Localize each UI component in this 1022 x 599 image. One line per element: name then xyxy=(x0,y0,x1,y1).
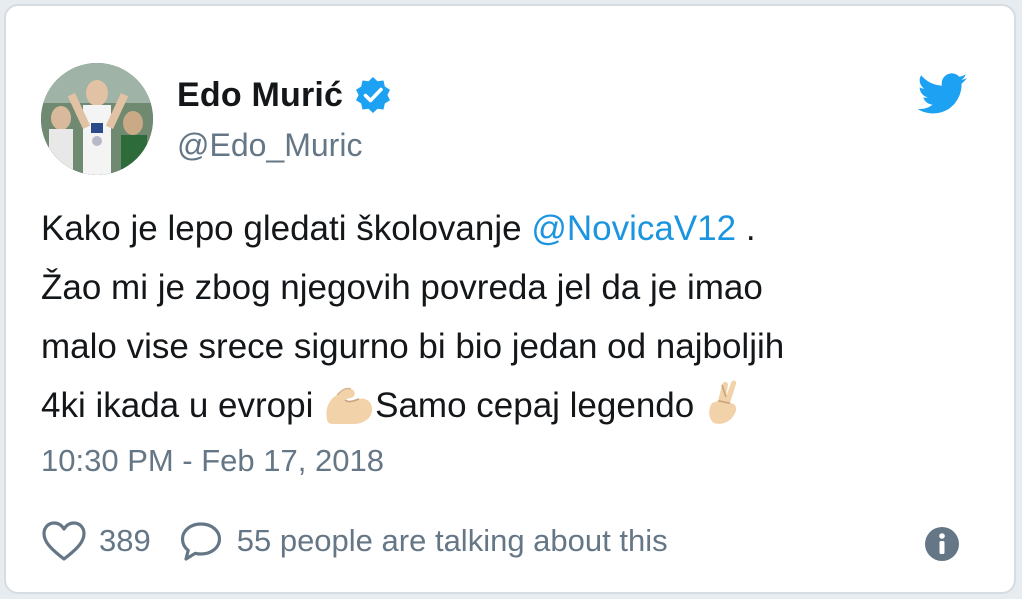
speech-bubble-icon[interactable] xyxy=(179,520,223,562)
tweet-text-line-2: Žao mi je zbog njegovih povreda jel da j… xyxy=(41,268,763,307)
author-name[interactable]: Edo Murić xyxy=(177,76,343,115)
mention-link[interactable]: @NovicaV12 xyxy=(531,209,736,248)
talking-count[interactable]: 55 people are talking about this xyxy=(237,523,668,559)
twitter-bird-icon[interactable] xyxy=(918,73,968,115)
like-count[interactable]: 389 xyxy=(99,523,151,559)
tweet-text: Kako je lepo gledati školovanje @NovicaV… xyxy=(41,199,981,435)
tweet-text-segment: . xyxy=(736,209,756,248)
author-handle[interactable]: @Edo_Muric xyxy=(177,127,362,164)
tweet-actions: 389 55 people are talking about this xyxy=(41,516,668,566)
tweet-timestamp[interactable]: 10:30 PM - Feb 17, 2018 xyxy=(41,443,384,479)
tweet-text-line-1: Kako je lepo gledati školovanje @NovicaV… xyxy=(41,199,981,258)
tweet-text-segment: Kako je lepo gledati školovanje xyxy=(41,209,532,248)
tweet-text-line-4: 4ki ikada u evropi Samo cepaj legendo xyxy=(41,376,981,435)
author-row: Edo Murić xyxy=(177,70,393,120)
verified-badge-icon xyxy=(356,77,391,113)
avatar[interactable] xyxy=(41,63,153,175)
tweet-card: Edo Murić @Edo_Muric Kako je lepo gledat… xyxy=(4,4,1016,594)
tweet-text-segment: Samo cepaj legendo xyxy=(375,386,704,425)
crossed-fingers-emoji xyxy=(709,380,737,424)
tweet-text-line-3: malo vise srece sigurno bi bio jedan od … xyxy=(41,327,785,366)
tweet-text-segment: 4ki ikada u evropi xyxy=(41,386,324,425)
avatar-image xyxy=(41,63,153,175)
flexed-biceps-emoji xyxy=(326,387,373,424)
heart-icon[interactable] xyxy=(41,520,87,562)
info-icon[interactable] xyxy=(924,526,960,562)
